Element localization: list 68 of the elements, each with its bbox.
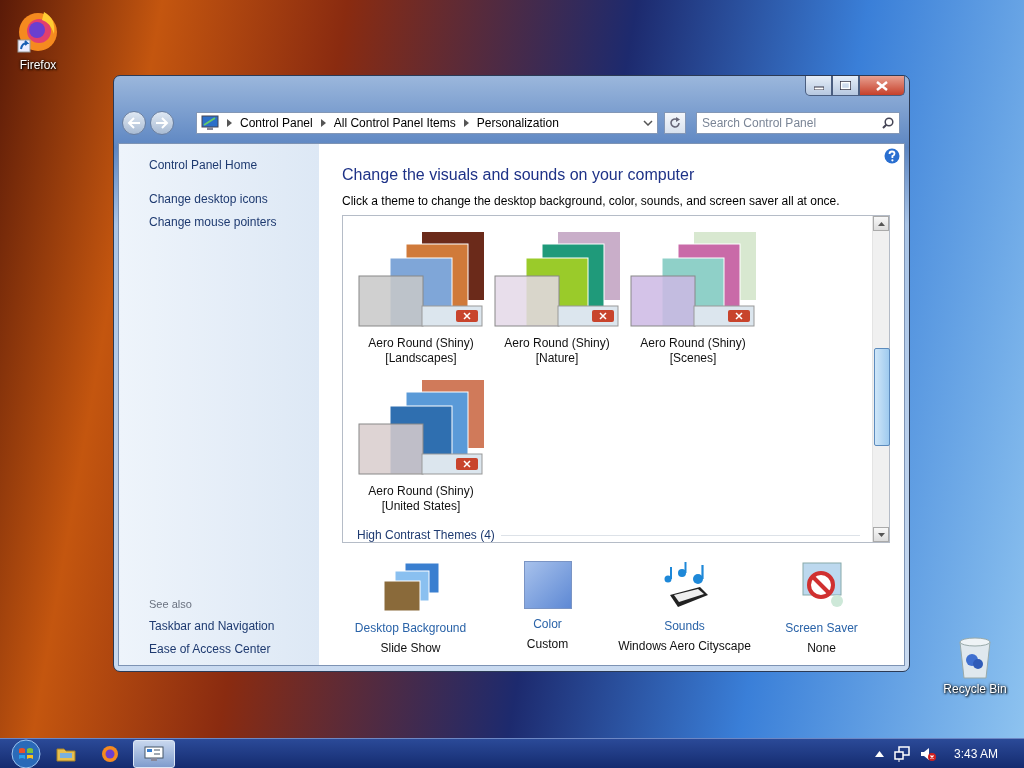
theme-tile[interactable]: Aero Round (Shiny) [Scenes] (629, 230, 757, 368)
maximize-icon (840, 81, 851, 90)
sidebar-link[interactable]: Change mouse pointers (149, 215, 277, 229)
maximize-button[interactable] (832, 76, 859, 96)
setting-value: None (807, 641, 836, 655)
forward-button[interactable] (150, 111, 174, 135)
close-icon (876, 80, 888, 91)
breadcrumb[interactable]: Control Panel (240, 116, 313, 130)
breadcrumb[interactable]: All Control Panel Items (333, 116, 456, 130)
theme-name: Aero Round (Shiny) (504, 336, 610, 351)
sidebar-link[interactable]: Taskbar and Navigation (149, 619, 275, 633)
section-heading: High Contrast Themes (4) (357, 528, 495, 542)
setting-link[interactable]: Desktop Background (354, 621, 467, 635)
refresh-icon (669, 117, 681, 129)
back-button[interactable] (122, 111, 146, 135)
sidebar-link[interactable]: Ease of Access Center (149, 642, 271, 656)
search-field[interactable]: Search Control Panel (696, 112, 900, 134)
chevron-right-icon (463, 119, 469, 127)
theme-name: Aero Round (Shiny) (640, 336, 746, 351)
back-arrow-icon (127, 117, 141, 129)
search-icon[interactable] (882, 117, 894, 129)
chevron-right-icon (320, 119, 326, 127)
folder-icon (56, 746, 76, 762)
firefox-icon (101, 745, 119, 763)
start-button[interactable] (9, 739, 43, 768)
close-button[interactable] (859, 76, 905, 96)
setting-link[interactable]: Sounds (664, 619, 705, 633)
setting-value: Windows Aero Cityscape (618, 639, 751, 653)
page-title: Change the visuals and sounds on your computer (342, 166, 695, 184)
setting-value: Custom (526, 637, 569, 651)
monitor-icon (201, 115, 219, 131)
theme-name: Aero Round (Shiny) (368, 484, 474, 499)
theme-tag: [Scenes] (669, 351, 717, 366)
windows-logo-icon (11, 739, 41, 768)
network-icon[interactable] (893, 746, 910, 762)
desktop-icon-label[interactable]: Firefox (19, 58, 57, 72)
color-swatch-icon (523, 561, 572, 609)
setting-link[interactable]: Screen Saver (785, 621, 858, 635)
scrollbar[interactable] (872, 216, 889, 542)
clock-time[interactable]: 3:43 AM (953, 747, 998, 761)
setting-link[interactable]: Color (533, 617, 562, 631)
instruction-text: Click a theme to change the desktop background, color, sounds, and screen saver all at once. (342, 194, 840, 208)
sidebar-link[interactable]: Change desktop icons (149, 192, 268, 206)
theme-tag: [United States] (381, 499, 461, 514)
control-panel-icon (144, 746, 164, 762)
see-also-heading: See also (149, 598, 192, 610)
breadcrumb[interactable]: Personalization (476, 116, 559, 130)
minimize-button[interactable] (805, 76, 832, 96)
forward-arrow-icon (155, 117, 169, 129)
scrollbar-thumb[interactable] (874, 348, 890, 446)
theme-tag: [Landscapes] (385, 351, 457, 366)
address-bar[interactable]: Control Panel All Control Panel Items Personalization (196, 112, 658, 134)
chevron-right-icon (227, 119, 232, 127)
theme-name: Aero Round (Shiny) (368, 336, 474, 351)
theme-tile[interactable]: Aero Round (Shiny) [Nature] (493, 230, 621, 368)
theme-tile[interactable]: Aero Round (Shiny) [United States] (357, 378, 485, 516)
taskbar-button[interactable] (133, 740, 175, 768)
setting-value: Slide Show (380, 641, 441, 655)
sidebar-link[interactable]: Control Panel Home (149, 158, 258, 172)
help-icon[interactable] (884, 148, 900, 164)
chevron-up-icon[interactable] (874, 751, 884, 757)
theme-tag: [Nature] (535, 351, 579, 366)
dropdown-chevron-icon[interactable] (643, 120, 653, 126)
scroll-up-icon[interactable] (877, 221, 885, 226)
scroll-down-icon[interactable] (877, 532, 885, 537)
speaker-muted-icon[interactable] (919, 746, 936, 762)
theme-tile[interactable]: Aero Round (Shiny) [Landscapes] (357, 230, 485, 368)
refresh-button[interactable] (664, 112, 686, 134)
